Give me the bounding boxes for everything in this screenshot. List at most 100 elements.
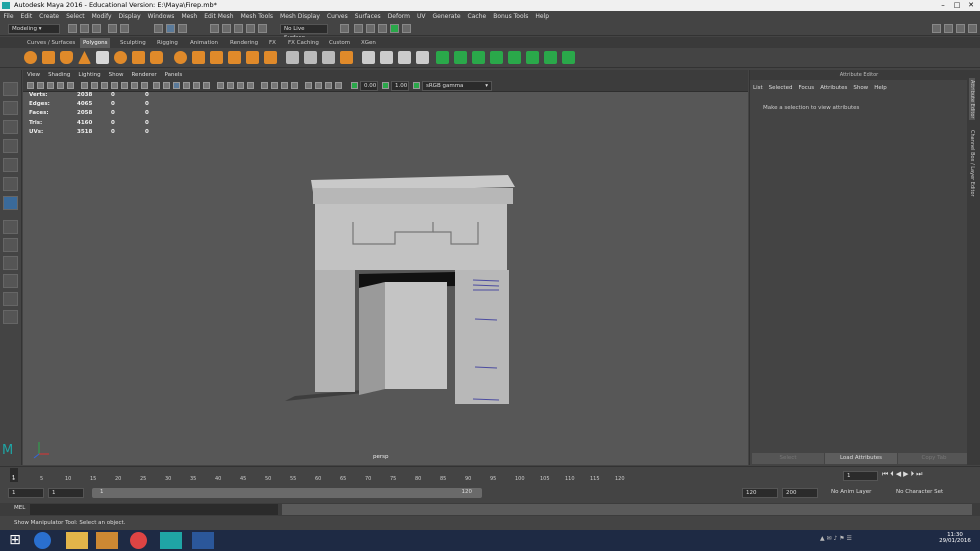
paint-select-tool-icon[interactable] [3, 120, 18, 134]
clock[interactable]: 11:30 29/01/2016 [935, 532, 975, 544]
exposure-field[interactable]: 0.00 [360, 81, 378, 91]
playback-end-field[interactable]: 120 [742, 488, 778, 498]
multi-cut-icon[interactable] [286, 51, 299, 64]
four-view-layout-icon[interactable] [3, 238, 18, 252]
minimize-icon[interactable]: – [936, 0, 950, 11]
sidebar-toggle-icon[interactable] [932, 24, 941, 33]
menu-deform[interactable]: Deform [384, 11, 413, 22]
tab-attribute-editor[interactable]: Attribute Editor [969, 78, 975, 121]
shelf-tab-rigging[interactable]: Rigging [154, 38, 181, 48]
smooth-shade-icon[interactable] [163, 82, 170, 89]
backface-culling-icon[interactable] [325, 82, 332, 89]
perspective-viewport[interactable]: Verts: 2038 0 0 Edges: 4065 0 0 Faces: 2058 0 0 Tris… [23, 92, 748, 465]
viewport-menu-shading[interactable]: Shading [44, 70, 74, 80]
history-icon[interactable] [340, 24, 349, 33]
attr-menu-focus[interactable]: Focus [795, 83, 817, 93]
normal-display-icon[interactable] [508, 51, 521, 64]
isolate-select-icon[interactable] [173, 82, 180, 89]
close-icon[interactable]: ✕ [964, 0, 978, 11]
menu-modify[interactable]: Modify [88, 11, 115, 22]
poly-plane-icon[interactable] [96, 51, 109, 64]
mirror-icon[interactable] [246, 51, 259, 64]
animation-start-field[interactable]: 1 [8, 488, 44, 498]
motion-blur-icon[interactable] [271, 82, 278, 89]
attr-menu-list[interactable]: List [750, 83, 766, 93]
bevel-icon[interactable] [340, 51, 353, 64]
select-component-icon[interactable] [178, 24, 187, 33]
menu-file[interactable]: File [0, 11, 17, 22]
attr-menu-attributes[interactable]: Attributes [817, 83, 850, 93]
poly-cylinder-icon[interactable] [60, 51, 73, 64]
poly-cube-icon[interactable] [42, 51, 55, 64]
viewport-menu-renderer[interactable]: Renderer [127, 70, 160, 80]
attr-menu-show[interactable]: Show [850, 83, 871, 93]
boolean-icon[interactable] [228, 51, 241, 64]
render-settings-icon[interactable] [378, 24, 387, 33]
menu-mesh-display[interactable]: Mesh Display [277, 11, 324, 22]
file-explorer-icon[interactable] [66, 532, 88, 549]
shelf-tab-curves-surfaces[interactable]: Curves / Surfaces [24, 38, 78, 48]
transfer-attributes-icon[interactable] [544, 51, 557, 64]
uv-unfold-icon[interactable] [380, 51, 393, 64]
menu-display[interactable]: Display [115, 11, 144, 22]
safe-title-icon[interactable] [141, 82, 148, 89]
snap-grid-icon[interactable] [210, 24, 219, 33]
redo-icon[interactable] [120, 24, 129, 33]
hud-toggle-icon[interactable] [335, 82, 342, 89]
menu-create[interactable]: Create [36, 11, 63, 22]
media-player-icon[interactable] [96, 532, 118, 549]
attribute-editor-toggle-icon[interactable] [968, 24, 977, 33]
mel-label[interactable]: MEL [14, 505, 25, 511]
outliner-layout-icon[interactable] [3, 292, 18, 306]
live-surface-field[interactable]: No Live Surface [280, 24, 328, 41]
menu-cache[interactable]: Cache [464, 11, 490, 22]
field-chart-icon[interactable] [121, 82, 128, 89]
image-plane-icon[interactable] [57, 82, 64, 89]
safe-action-icon[interactable] [131, 82, 138, 89]
select-hierarchy-icon[interactable] [154, 24, 163, 33]
tab-channel-box-layer-editor[interactable]: Channel Box / Layer Editor [969, 130, 975, 197]
open-scene-icon[interactable] [80, 24, 89, 33]
snap-point-icon[interactable] [234, 24, 243, 33]
use-all-lights-icon[interactable] [237, 82, 244, 89]
soften-edge-icon[interactable] [436, 51, 449, 64]
manipulator-tool-icon[interactable] [3, 196, 18, 210]
maya-taskbar-icon[interactable] [160, 532, 182, 549]
attr-menu-help[interactable]: Help [871, 83, 890, 93]
bridge-icon[interactable] [322, 51, 335, 64]
shadows-icon[interactable] [247, 82, 254, 89]
shelf-tab-animation[interactable]: Animation [187, 38, 221, 48]
gamma-icon[interactable] [382, 82, 389, 89]
shelf-tab-sculpting[interactable]: Sculpting [117, 38, 149, 48]
single-perspective-layout-icon[interactable] [3, 220, 18, 234]
menu-select[interactable]: Select [63, 11, 89, 22]
menu-edit-mesh[interactable]: Edit Mesh [201, 11, 237, 22]
poly-sphere-icon[interactable] [24, 51, 37, 64]
viewport-menu-lighting[interactable]: Lighting [74, 70, 104, 80]
channel-box-toggle-icon[interactable] [956, 24, 965, 33]
depth-of-field-icon[interactable] [291, 82, 298, 89]
render-view-icon[interactable] [402, 24, 411, 33]
isolate-view-icon[interactable] [305, 82, 312, 89]
color-management-icon[interactable] [413, 82, 420, 89]
uv-editor-icon[interactable] [362, 51, 375, 64]
camera-select-icon[interactable] [27, 82, 34, 89]
select-object-icon[interactable] [166, 24, 175, 33]
shelf-tab-fx-caching[interactable]: FX Caching [285, 38, 322, 48]
maximize-icon[interactable]: □ [950, 0, 964, 11]
xray-joints-icon[interactable] [193, 82, 200, 89]
persp-outliner-layout-icon[interactable] [3, 256, 18, 270]
extrude-icon[interactable] [264, 51, 277, 64]
menu-set-dropdown[interactable]: Modeling ▾ [8, 24, 60, 34]
viewport-menu-panels[interactable]: Panels [161, 70, 187, 80]
poly-cone-icon[interactable] [78, 51, 91, 64]
camera-attributes-icon[interactable] [37, 82, 44, 89]
gate-mask-icon[interactable] [111, 82, 118, 89]
menu-edit[interactable]: Edit [17, 11, 36, 22]
animation-end-field[interactable]: 200 [782, 488, 818, 498]
poly-torus-icon[interactable] [114, 51, 127, 64]
smooth-icon[interactable] [210, 51, 223, 64]
undo-icon[interactable] [108, 24, 117, 33]
ambient-occlusion-icon[interactable] [261, 82, 268, 89]
snap-view-plane-icon[interactable] [246, 24, 255, 33]
